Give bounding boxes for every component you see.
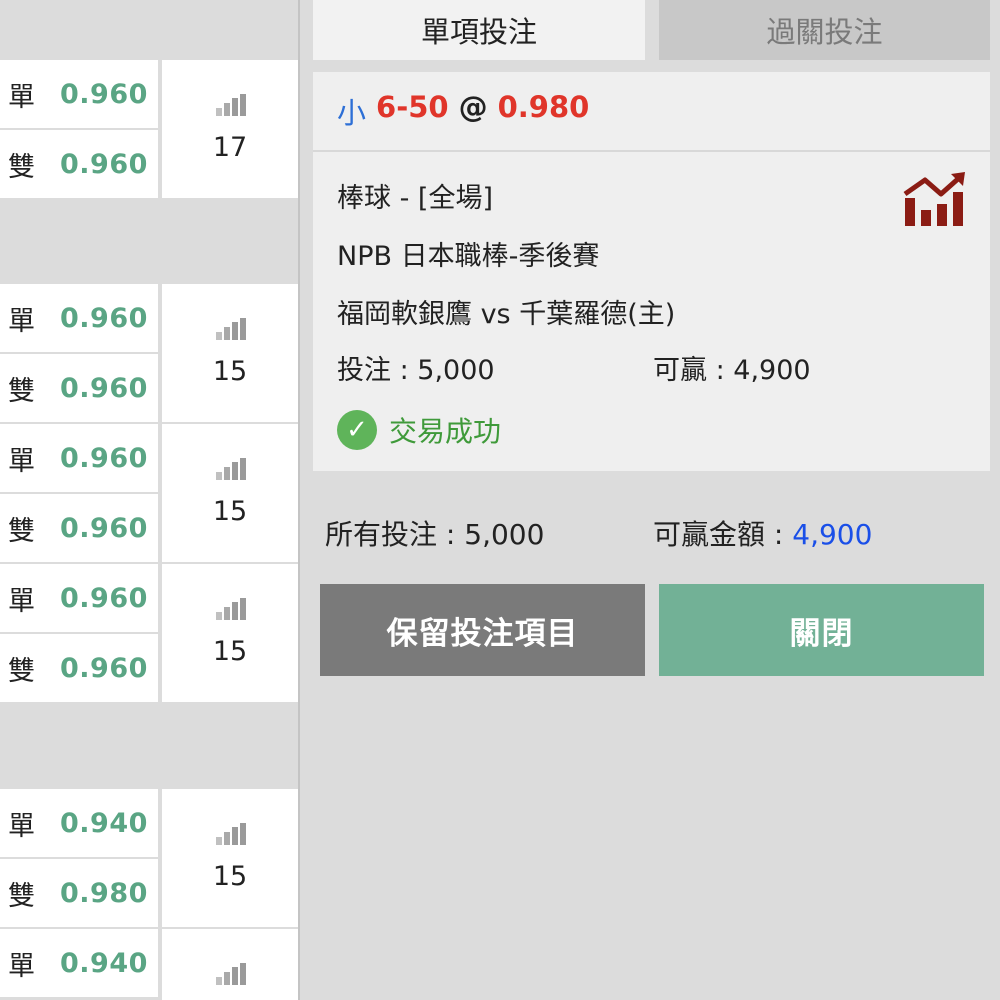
selection-side: 小 <box>337 96 367 130</box>
odds-row[interactable]: 雙 0.960 <box>0 130 158 198</box>
bet-count: 15 <box>212 861 248 892</box>
win-label: 可贏 : <box>653 355 734 386</box>
odds-row[interactable]: 單 0.940 <box>0 929 158 997</box>
total-stake-label: 所有投注 : <box>325 518 465 551</box>
signal-bars-icon <box>216 94 246 116</box>
section-divider <box>0 704 298 789</box>
market-list: 單 0.960 雙 0.960 17 單 0.960 雙 0.960 15 單 … <box>0 0 300 1000</box>
odds-row[interactable]: 雙 0.960 <box>0 634 158 702</box>
signal-bars-icon <box>216 963 246 985</box>
total-stake: 所有投注 : 5,000 <box>325 513 544 553</box>
signal-bars-icon <box>216 318 246 340</box>
odds-row[interactable]: 單 0.960 <box>0 284 158 352</box>
odds-row[interactable]: 單 0.960 <box>0 424 158 492</box>
odds-value: 0.960 <box>60 652 148 684</box>
bet-count-cell[interactable] <box>162 929 298 1000</box>
bet-count: 15 <box>212 636 248 667</box>
total-win-label: 可贏金額 : <box>653 518 793 551</box>
odds-value: 0.980 <box>60 877 148 909</box>
odds-side: 單 <box>8 81 35 113</box>
tab-single-bet[interactable]: 單項投注 <box>313 0 645 60</box>
odds-side: 雙 <box>8 375 35 407</box>
odds-side: 單 <box>8 585 35 617</box>
signal-bars-icon <box>216 458 246 480</box>
total-stake-amount: 5,000 <box>464 518 545 551</box>
odds-value: 0.940 <box>60 807 148 839</box>
status-success: ✓ 交易成功 <box>337 410 501 450</box>
bet-count: 15 <box>212 496 248 527</box>
odds-value: 0.960 <box>60 148 148 180</box>
win-amount: 4,900 <box>733 355 811 386</box>
section-divider <box>0 200 298 284</box>
bet-count-cell[interactable]: 17 <box>162 60 298 198</box>
bet-count: 17 <box>212 132 248 163</box>
odds-value: 0.940 <box>60 947 148 979</box>
tab-parlay-bet[interactable]: 過關投注 <box>659 0 990 60</box>
total-win-amount: 4,900 <box>792 518 873 551</box>
odds-value: 0.960 <box>60 582 148 614</box>
stake-amount: 5,000 <box>417 355 495 386</box>
odds-row[interactable]: 雙 0.960 <box>0 354 158 422</box>
odds-value: 0.960 <box>60 512 148 544</box>
bet-selection: 小 6-50 @ 0.980 <box>313 72 990 152</box>
odds-side: 單 <box>8 950 35 982</box>
bet-count-cell[interactable]: 15 <box>162 424 298 562</box>
bet-detail: 棒球 - [全場] NPB 日本職棒-季後賽 福岡軟銀鷹 vs 千葉羅德(主) … <box>313 152 990 471</box>
check-circle-icon: ✓ <box>337 410 377 450</box>
odds-side: 雙 <box>8 880 35 912</box>
odds-value: 0.960 <box>60 372 148 404</box>
trend-chart-icon[interactable] <box>903 172 967 228</box>
odds-value: 0.960 <box>60 78 148 110</box>
close-button[interactable]: 關閉 <box>659 584 984 676</box>
sport-label: 棒球 - [全場] <box>337 183 493 214</box>
keep-selections-button[interactable]: 保留投注項目 <box>320 584 645 676</box>
odds-side: 單 <box>8 305 35 337</box>
selection-odds: 0.980 <box>497 90 590 124</box>
signal-bars-icon <box>216 823 246 845</box>
signal-bars-icon <box>216 598 246 620</box>
bet-count-cell[interactable]: 15 <box>162 789 298 927</box>
bet-count-cell[interactable]: 15 <box>162 284 298 422</box>
odds-value: 0.960 <box>60 302 148 334</box>
match-label: 福岡軟銀鷹 vs 千葉羅德(主) <box>337 299 676 330</box>
league-label: NPB 日本職棒-季後賽 <box>337 241 600 272</box>
bet-count: 15 <box>212 356 248 387</box>
odds-side: 單 <box>8 445 35 477</box>
odds-value: 0.960 <box>60 442 148 474</box>
odds-row[interactable]: 單 0.960 <box>0 60 158 128</box>
bet-count-cell[interactable]: 15 <box>162 564 298 702</box>
odds-side: 雙 <box>8 515 35 547</box>
selection-at: @ <box>458 90 488 124</box>
stake-info: 投注 : 5,000 <box>337 348 495 387</box>
odds-row[interactable]: 單 0.960 <box>0 564 158 632</box>
odds-side: 雙 <box>8 655 35 687</box>
odds-row[interactable]: 單 0.940 <box>0 789 158 857</box>
win-info: 可贏 : 4,900 <box>653 348 811 387</box>
odds-row[interactable]: 雙 0.960 <box>0 494 158 562</box>
odds-row[interactable]: 雙 0.980 <box>0 859 158 927</box>
odds-side: 雙 <box>8 151 35 183</box>
selection-line: 6-50 <box>376 90 449 124</box>
status-text: 交易成功 <box>389 415 502 448</box>
total-win: 可贏金額 : 4,900 <box>653 513 872 553</box>
odds-side: 單 <box>8 810 35 842</box>
stake-label: 投注 : <box>337 355 418 386</box>
